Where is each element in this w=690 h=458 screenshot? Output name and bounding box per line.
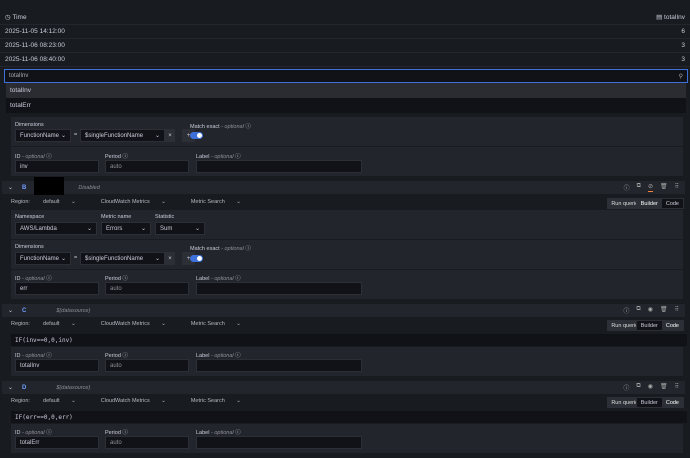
redacted-name [34,177,64,195]
code-tab[interactable]: Code [662,199,683,208]
code-tab[interactable]: Code [661,398,683,407]
help-icon[interactable]: ⓘ [623,306,629,315]
match-exact-toggle[interactable] [190,255,203,262]
value-header[interactable]: ▤ totalInv [656,13,685,21]
label-input[interactable] [196,160,362,173]
label-input[interactable] [196,282,362,295]
mode-select[interactable]: Metric Search ⌄ [191,321,241,327]
mode-select[interactable]: Metric Search ⌄ [191,199,241,205]
table-row: 2025-11-05 14:12:00 6 [0,25,690,39]
delete-icon[interactable]: 🗑 [660,306,668,315]
search-icon: ⚲ [678,73,683,80]
region-select[interactable]: Region: default ⌄ [11,199,76,205]
help-icon[interactable]: ⓘ [623,383,629,392]
options-section-d: ID - optional ⓘ totalErr Period ⓘ auto L… [11,424,683,453]
dimensions-section-b: Dimensions FunctionName ⌄ = $singleFuncti… [11,240,683,269]
eye-icon[interactable]: ◉ [648,383,653,392]
collapse-icon[interactable]: ⌄ [8,184,13,191]
match-exact-toggle[interactable] [190,132,203,139]
options-section-c: ID - optional ⓘ totalInv Period ⓘ auto L… [11,347,683,376]
dropdown-option[interactable]: totalErr [6,98,686,113]
drag-handle-icon[interactable]: ⠿ [675,306,679,315]
id-input[interactable]: totalErr [15,436,99,449]
region-select[interactable]: Region: default ⌄ [11,321,76,327]
id-input[interactable]: totalInv [15,359,99,372]
builder-tab[interactable]: Builder [637,398,662,407]
options-section-b: ID - optional ⓘ err Period ⓘ auto Label … [11,270,683,299]
builder-tab[interactable]: Builder [637,321,662,330]
dimensions-section-a: Dimensions FunctionName ⌄ = $singleFuncti… [11,117,683,146]
dimension-value-select[interactable]: $singleFunctionName ⌄ [80,252,165,265]
editor-mode-toggle[interactable]: Builder Code [635,320,684,331]
label-input[interactable] [196,436,362,449]
field-icon: ▤ [656,14,665,21]
dimension-key-select[interactable]: FunctionName ⌄ [15,129,71,142]
drag-handle-icon[interactable]: ⠿ [675,383,679,392]
remove-dimension-button[interactable]: × [165,129,175,142]
eye-off-icon[interactable]: ⊘ [647,183,653,192]
code-tab[interactable]: Code [661,321,683,330]
expression-editor[interactable]: IF(err==0,0,err) [11,411,687,423]
collapse-icon[interactable]: ⌄ [8,384,13,391]
api-select[interactable]: CloudWatch Metrics ⌄ [101,398,166,404]
series-search-input[interactable]: totalInv ⚲ [4,69,688,83]
collapse-icon[interactable]: ⌄ [8,307,13,314]
id-input[interactable]: err [15,282,99,295]
duplicate-icon[interactable]: ⧉ [636,306,640,315]
table-row: 2025-11-06 08:23:00 3 [0,39,690,53]
duplicate-icon[interactable]: ⧉ [636,383,640,392]
expression-editor[interactable]: IF(inv==0,0,inv) [11,334,687,346]
metric-name-select[interactable]: Errors ⌄ [101,222,151,235]
label-input[interactable] [196,359,362,372]
mode-select[interactable]: Metric Search ⌄ [191,398,241,404]
dimension-value-select[interactable]: $singleFunctionName ⌄ [80,129,165,142]
metric-section-b: Namespace AWS/Lambda ⌄ Metric name Errors… [11,210,683,239]
query-header-d[interactable]: ⌄ D ${datasource} ⓘ ⧉ ◉ 🗑 ⠿ [2,381,685,394]
period-input[interactable]: auto [105,359,189,372]
dimension-key-select[interactable]: FunctionName ⌄ [15,252,71,265]
api-select[interactable]: CloudWatch Metrics ⌄ [101,199,166,205]
options-section-a: ID - optional ⓘ inv Period ⓘ auto Label … [11,147,683,176]
editor-mode-toggle[interactable]: Builder Code [635,397,684,408]
drag-handle-icon[interactable]: ⠿ [675,183,679,192]
statistic-select[interactable]: Sum ⌄ [155,222,205,235]
delete-icon[interactable]: 🗑 [660,183,668,192]
region-select[interactable]: Region: default ⌄ [11,398,76,404]
duplicate-icon[interactable]: ⧉ [637,183,641,192]
period-input[interactable]: auto [105,436,189,449]
id-input[interactable]: inv [15,160,99,173]
time-header[interactable]: ◷ Time [5,13,27,21]
api-select[interactable]: CloudWatch Metrics ⌄ [101,321,166,327]
table-row: 2025-11-06 08:40:00 3 [0,53,690,67]
table-header: ◷ Time ▤ totalInv [0,10,690,25]
namespace-select[interactable]: AWS/Lambda ⌄ [15,222,97,235]
eye-icon[interactable]: ◉ [648,306,653,315]
editor-mode-toggle[interactable]: Builder Code [635,198,684,209]
builder-tab[interactable]: Builder [636,199,662,208]
remove-dimension-button[interactable]: × [165,252,175,265]
query-header-b[interactable]: ⌄ B Disabled ⓘ ⧉ ⊘ 🗑 ⠿ [2,177,685,195]
dropdown-option[interactable]: totalInv [6,83,686,98]
query-header-c[interactable]: ⌄ C ${datasource} ⓘ ⧉ ◉ 🗑 ⠿ [2,304,685,317]
delete-icon[interactable]: 🗑 [660,383,668,392]
help-icon[interactable]: ⓘ [624,183,630,192]
period-input[interactable]: auto [105,160,189,173]
period-input[interactable]: auto [105,282,189,295]
